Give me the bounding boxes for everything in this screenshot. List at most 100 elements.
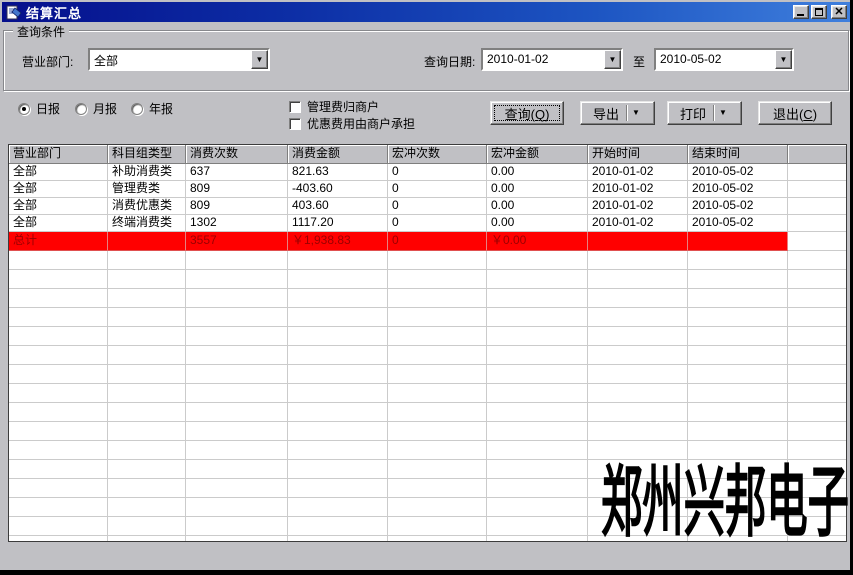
table-cell [186,517,288,536]
table-cell: 总计 [9,232,108,251]
table-cell [9,422,108,441]
table-row[interactable] [9,327,847,346]
table-cell [487,479,588,498]
table-row[interactable] [9,289,847,308]
table-row[interactable] [9,251,847,270]
close-button[interactable]: ✕ [831,5,847,19]
table-cell: 全部 [9,164,108,181]
table-header-cell[interactable] [788,145,847,164]
checkbox-mgmt-fee[interactable]: 管理费归商户 [289,98,379,115]
table-cell [108,327,186,346]
radio-monthly[interactable]: 月报 [75,100,117,117]
table-header-cell[interactable]: 宏冲金额 [487,145,588,164]
table-row[interactable] [9,384,847,403]
radio-yearly[interactable]: 年报 [131,100,173,117]
date-label: 查询日期: [424,53,475,70]
table-cell [288,403,388,422]
chevron-down-icon[interactable]: ▼ [251,50,268,69]
department-label: 营业部门: [22,53,73,70]
table-cell [108,517,186,536]
dropdown-arrow-icon[interactable]: ▼ [632,108,642,118]
table-header-cell[interactable]: 消费金额 [288,145,388,164]
table-cell [186,289,288,308]
table-cell [688,346,788,365]
table-cell [788,164,847,181]
table-cell [588,270,688,289]
table-cell [108,251,186,270]
maximize-button[interactable] [811,5,827,19]
table-cell: 管理费类 [108,181,186,198]
table-cell [588,308,688,327]
table-cell [688,422,788,441]
export-button[interactable]: 导出 ▼ [580,101,655,125]
table-cell: 2010-05-02 [688,198,788,215]
table-cell [186,270,288,289]
table-row[interactable]: 全部补助消费类637821.6300.002010-01-022010-05-0… [9,164,847,181]
table-cell [388,251,487,270]
table-header-cell[interactable]: 科目组类型 [108,145,186,164]
table-cell [788,198,847,215]
table-row[interactable]: 全部消费优惠类809403.6000.002010-01-022010-05-0… [9,198,847,215]
date-to-combo[interactable]: 2010-05-02 ▼ [654,48,794,71]
table-row[interactable]: 全部终端消费类13021117.2000.002010-01-022010-05… [9,215,847,232]
table-cell: 2010-05-02 [688,164,788,181]
print-button[interactable]: 打印 ▼ [667,101,742,125]
table-cell [186,498,288,517]
window-border [0,570,853,575]
table-cell: ￥0.00 [487,232,588,251]
table-cell [288,441,388,460]
chevron-down-icon[interactable]: ▼ [604,50,621,69]
table-cell: 2010-01-02 [588,181,688,198]
table-row[interactable] [9,403,847,422]
table-cell [388,517,487,536]
table-cell [588,232,688,251]
table-cell [588,403,688,422]
date-from-value: 2010-01-02 [483,50,604,69]
table-cell: 2010-01-02 [588,215,688,232]
table-header-cell[interactable]: 消费次数 [186,145,288,164]
table-cell: 403.60 [288,198,388,215]
table-cell: 1302 [186,215,288,232]
table-header-cell[interactable]: 营业部门 [9,145,108,164]
table-cell [108,536,186,542]
table-header-cell[interactable]: 开始时间 [588,145,688,164]
table-cell [288,498,388,517]
table-cell [388,422,487,441]
exit-button[interactable]: 退出(C) [758,101,832,125]
radio-daily[interactable]: 日报 [18,100,60,117]
query-button[interactable]: 查询(Q) [490,101,564,125]
minimize-button[interactable] [793,5,809,19]
table-cell [9,479,108,498]
table-cell [288,270,388,289]
radio-daily-label: 日报 [36,100,60,117]
app-document-icon [6,5,22,20]
table-row[interactable] [9,422,847,441]
table-total-row[interactable]: 总计3557￥1,938.830￥0.00 [9,232,847,251]
print-button-label: 打印 [680,104,706,123]
table-cell: 0.00 [487,198,588,215]
date-from-combo[interactable]: 2010-01-02 ▼ [481,48,623,71]
table-cell: 全部 [9,215,108,232]
title-bar[interactable]: 结算汇总 ✕ [2,2,850,22]
table-row[interactable] [9,270,847,289]
table-row[interactable] [9,308,847,327]
table-cell [108,365,186,384]
split-divider [713,105,714,121]
table-header-cell[interactable]: 结束时间 [688,145,788,164]
table-row[interactable] [9,365,847,384]
table-row[interactable]: 全部管理费类809-403.6000.002010-01-022010-05-0… [9,181,847,198]
table-cell [487,498,588,517]
table-cell [487,270,588,289]
table-cell [186,365,288,384]
dropdown-arrow-icon[interactable]: ▼ [719,108,729,118]
department-combo[interactable]: 全部 ▼ [88,48,270,71]
checkbox-discount-borne[interactable]: 优惠费用由商户承担 [289,115,415,132]
table-cell [788,384,847,403]
table-row[interactable] [9,346,847,365]
table-cell [388,308,487,327]
table-cell [788,270,847,289]
chevron-down-icon[interactable]: ▼ [775,50,792,69]
table-cell [487,251,588,270]
split-divider [626,105,627,121]
table-header-cell[interactable]: 宏冲次数 [388,145,487,164]
